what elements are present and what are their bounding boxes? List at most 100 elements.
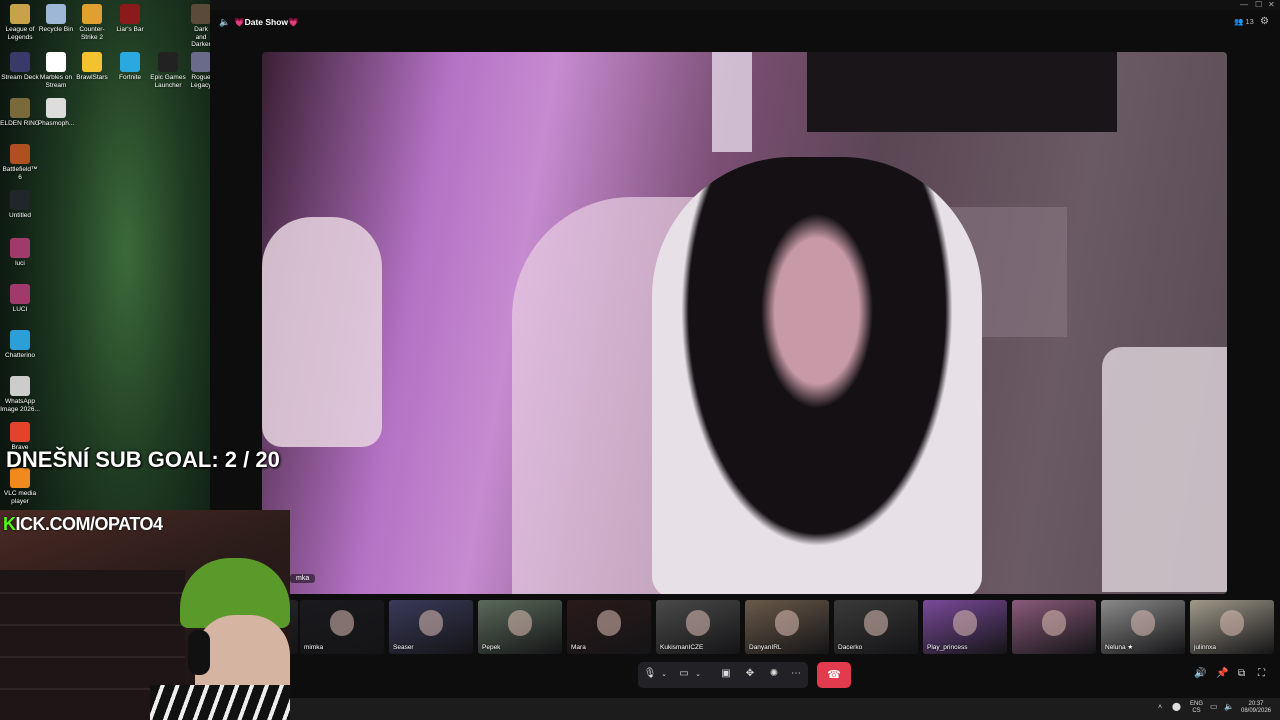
desktop-app-icon	[10, 4, 30, 24]
close-icon[interactable]: ✕	[1268, 0, 1275, 9]
activities-icon[interactable]: ✥	[742, 668, 758, 679]
participant-name: Seaser	[393, 644, 414, 651]
participant-name: Play_princess	[927, 644, 968, 651]
video-call-window: — ☐ ✕ 🔈 💗Date Show💗 👥 13 ⚙ mka mimka Seas…	[210, 0, 1280, 698]
participant-tile[interactable]: Pepek	[478, 600, 562, 654]
participant-avatar	[508, 610, 532, 636]
desktop-icon-label: WhatsApp Image 2026...	[0, 398, 40, 413]
desktop-app-icon	[158, 52, 178, 72]
desktop-icon[interactable]: League of Legends	[0, 4, 40, 41]
participant-tile[interactable]: Neluna ★	[1101, 600, 1185, 654]
volume-icon[interactable]: 🔊	[1194, 668, 1206, 679]
desktop-app-icon	[10, 330, 30, 350]
pin-icon[interactable]: 📌	[1216, 668, 1228, 679]
network-icon[interactable]: ▭	[1210, 703, 1218, 711]
participant-name: mimka	[304, 644, 324, 651]
wall-tv	[807, 52, 1117, 132]
more-options-icon[interactable]: ⋯	[788, 668, 804, 679]
desktop-icon[interactable]: ELDEN RING	[0, 98, 40, 128]
windows-taskbar: ˄ ⬤ ENG CS ▭ 🔈 20:37 08/09/2026	[290, 698, 1280, 720]
desktop-icon[interactable]: Fortnite	[110, 52, 150, 82]
tray-overflow-icon[interactable]: ˄	[1158, 704, 1162, 711]
participant-avatar	[419, 610, 443, 636]
desktop-app-icon	[10, 422, 30, 442]
desktop-icon[interactable]: Chatterino	[0, 330, 40, 360]
desktop-icon-label: LUCI	[12, 306, 28, 313]
desktop-icon[interactable]: Epic Games Launcher	[148, 52, 188, 89]
desktop-app-icon	[10, 98, 30, 118]
desktop-icon[interactable]: WhatsApp Image 2026...	[0, 376, 40, 413]
desktop-app-icon	[120, 52, 140, 72]
sub-goal-text: DNEŠNÍ SUB GOAL: 2 / 20	[6, 447, 280, 472]
minimize-icon[interactable]: —	[1240, 0, 1248, 9]
participant-count: 13	[1245, 17, 1254, 26]
participant-tile[interactable]: Play_princess	[923, 600, 1007, 654]
participant-tile[interactable]: Seaser	[389, 600, 473, 654]
headphones-icon	[188, 630, 210, 675]
desktop-icon[interactable]: Battlefield™ 6	[0, 144, 40, 181]
clock[interactable]: 20:37 08/09/2026	[1236, 701, 1276, 715]
end-call-button[interactable]: ☎	[817, 662, 851, 688]
participant-avatar	[1042, 610, 1066, 636]
streamer-webcam	[0, 510, 290, 720]
desktop-icon-label: Epic Games Launcher	[150, 74, 186, 89]
desktop-icon-label: Phasmoph...	[37, 120, 75, 127]
desktop-icon-label: Counter-Strike 2	[79, 26, 105, 41]
participant-name: julinnxa	[1194, 644, 1217, 651]
participant-name: Dacerko	[838, 644, 863, 651]
soundboard-icon[interactable]: ✺	[766, 668, 782, 679]
desktop-app-icon	[10, 190, 30, 210]
participant-tile[interactable]	[1012, 600, 1096, 654]
settings-icon[interactable]: ⚙	[1260, 16, 1269, 27]
desktop-icon[interactable]: Recycle Bin	[36, 4, 76, 34]
desktop-app-icon	[46, 98, 66, 118]
speaker-tray-icon[interactable]: 🔈	[1224, 703, 1234, 711]
main-video-name-label: mka	[290, 574, 316, 583]
desktop-icon[interactable]: Liar's Bar	[110, 4, 150, 34]
participant-tile[interactable]: DanyanIRL	[745, 600, 829, 654]
kick-channel-url: KICK.COM/OPATO4	[3, 514, 163, 535]
desktop-icon[interactable]: LUCI	[0, 284, 40, 314]
desktop-icon[interactable]: Untitled	[0, 190, 40, 220]
participant-tile[interactable]: julinnxa	[1190, 600, 1274, 654]
participant-tile[interactable]: mimka	[300, 600, 384, 654]
desktop-icon[interactable]: Stream Deck	[0, 52, 40, 82]
desktop-icon[interactable]: luci	[0, 238, 40, 268]
pop-out-icon[interactable]: ⧉	[1238, 668, 1245, 679]
window-light	[712, 52, 752, 152]
participant-avatar	[775, 610, 799, 636]
desktop-icon-label: Stream Deck	[1, 74, 39, 81]
mic-options-chevron-icon[interactable]: ⌄	[656, 670, 672, 678]
participant-avatar	[1220, 610, 1244, 636]
desktop-app-icon	[10, 144, 30, 164]
fullscreen-icon[interactable]: ⛶	[1258, 668, 1265, 679]
participant-tile[interactable]: KukismanICZE	[656, 600, 740, 654]
desktop-icon[interactable]: Counter-Strike 2	[72, 4, 112, 41]
desktop-app-icon	[10, 52, 30, 72]
desktop-icon-label: ELDEN RING	[0, 120, 40, 127]
plush-toy	[262, 217, 382, 447]
desktop-app-icon	[46, 4, 66, 24]
participant-avatar	[597, 610, 621, 636]
participant-avatar	[686, 610, 710, 636]
main-video-feed[interactable]: mka	[262, 52, 1227, 594]
participants-button[interactable]: 👥 13	[1234, 17, 1254, 26]
desktop-app-icon	[10, 284, 30, 304]
desktop-icon[interactable]: Rogue Legacy	[190, 52, 212, 89]
desktop-icon[interactable]: Phasmoph...	[36, 98, 76, 128]
desktop-icon[interactable]: Marbles on Stream	[36, 52, 76, 89]
desktop-icon[interactable]: VLC media player	[0, 468, 40, 505]
camera-options-chevron-icon[interactable]: ⌄	[690, 670, 706, 678]
screen-share-icon[interactable]: ▣	[718, 668, 734, 679]
desktop-icon-label: Untitled	[8, 212, 32, 219]
tray-app-icon[interactable]: ⬤	[1172, 703, 1181, 711]
speaker-icon[interactable]: 🔈	[219, 17, 230, 28]
maximize-icon[interactable]: ☐	[1255, 0, 1262, 9]
desktop-icon-label: Fortnite	[118, 74, 142, 81]
language-indicator[interactable]: ENG CS	[1190, 701, 1203, 715]
desktop-icon[interactable]: Dark and Darker	[190, 4, 212, 49]
participant-tile[interactable]: Dacerko	[834, 600, 918, 654]
desktop-icon[interactable]: BrawlStars	[72, 52, 112, 82]
participant-tile[interactable]: Mara	[567, 600, 651, 654]
desktop-icon-label: Recycle Bin	[38, 26, 74, 33]
